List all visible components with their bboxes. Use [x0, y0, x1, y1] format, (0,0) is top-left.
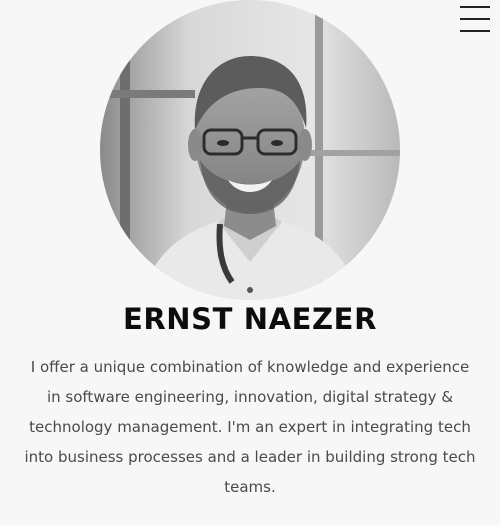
portrait-photo: [100, 0, 400, 300]
hamburger-menu-icon[interactable]: [460, 6, 490, 32]
menu-line-middle: [460, 18, 490, 20]
profile-name: ERNST NAEZER: [122, 302, 378, 336]
profile-photo: [100, 0, 400, 300]
menu-line-bottom: [460, 30, 490, 32]
menu-line-top: [460, 6, 490, 8]
profile-bio: I offer a unique combination of knowledg…: [24, 358, 476, 496]
